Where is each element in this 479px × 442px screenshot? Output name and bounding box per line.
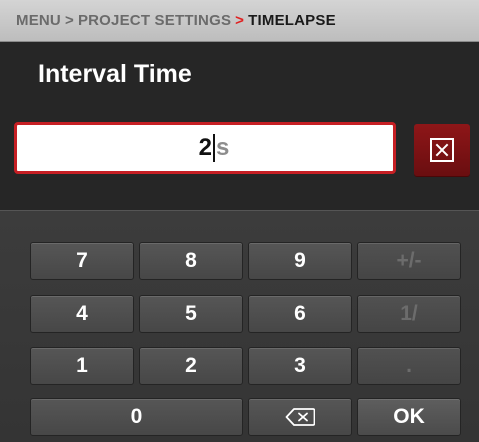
backspace-icon xyxy=(285,408,315,426)
interval-value-field[interactable]: 2 s xyxy=(14,122,396,174)
key-4[interactable]: 4 xyxy=(30,295,134,333)
breadcrumb-separator-active: > xyxy=(235,12,245,29)
input-area: 2 s xyxy=(0,112,479,210)
breadcrumb: MENU > PROJECT SETTINGS > TIMELAPSE xyxy=(0,0,479,42)
ok-button[interactable]: OK xyxy=(357,398,461,436)
interval-unit: s xyxy=(216,134,230,161)
breadcrumb-item-timelapse: TIMELAPSE xyxy=(248,12,336,29)
key-8[interactable]: 8 xyxy=(139,242,243,280)
header: Interval Time xyxy=(0,42,479,112)
key-2[interactable]: 2 xyxy=(139,347,243,385)
key-1[interactable]: 1 xyxy=(30,347,134,385)
clear-button[interactable] xyxy=(414,124,470,176)
numeric-keypad: 7 8 9 +/- 4 5 6 1/ 1 2 3 . 0 OK xyxy=(0,210,479,442)
timelapse-interval-screen: MENU > PROJECT SETTINGS > TIMELAPSE Inte… xyxy=(0,0,479,442)
key-3[interactable]: 3 xyxy=(248,347,352,385)
key-decimal[interactable]: . xyxy=(357,347,461,385)
key-fraction[interactable]: 1/ xyxy=(357,295,461,333)
clear-x-icon xyxy=(430,138,454,162)
key-6[interactable]: 6 xyxy=(248,295,352,333)
breadcrumb-item-project-settings[interactable]: PROJECT SETTINGS xyxy=(78,12,231,29)
page-title: Interval Time xyxy=(38,60,192,88)
backspace-button[interactable] xyxy=(248,398,352,436)
key-7[interactable]: 7 xyxy=(30,242,134,280)
key-5[interactable]: 5 xyxy=(139,295,243,333)
key-plus-minus[interactable]: +/- xyxy=(357,242,461,280)
breadcrumb-item-menu[interactable]: MENU xyxy=(16,12,61,29)
key-0[interactable]: 0 xyxy=(30,398,243,436)
text-cursor xyxy=(213,134,215,162)
interval-value: 2 xyxy=(198,134,212,161)
breadcrumb-separator: > xyxy=(64,12,74,29)
key-9[interactable]: 9 xyxy=(248,242,352,280)
